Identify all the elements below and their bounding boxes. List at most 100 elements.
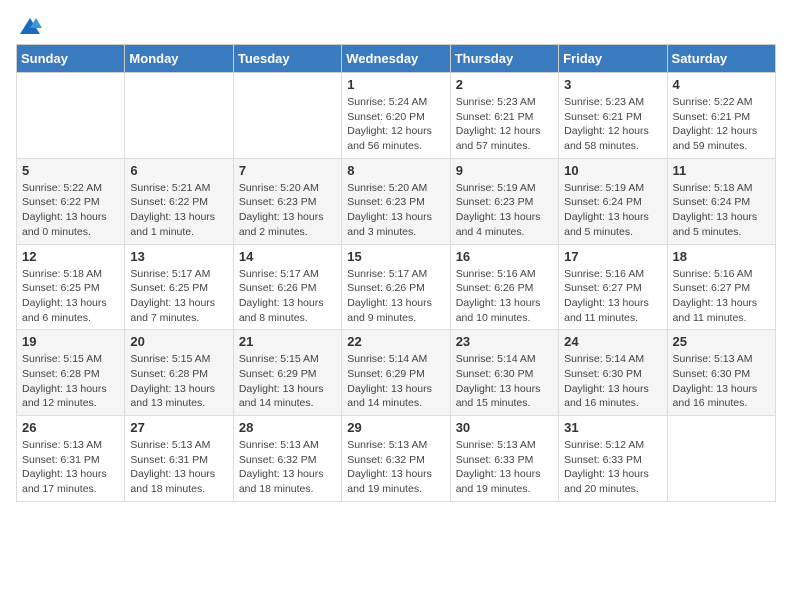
calendar-cell: 28 Sunrise: 5:13 AM Sunset: 6:32 PM Dayli…: [233, 416, 341, 502]
day-number: 29: [347, 420, 444, 435]
calendar-cell: [125, 73, 233, 159]
day-number: 6: [130, 163, 227, 178]
calendar-cell: 18 Sunrise: 5:16 AM Sunset: 6:27 PM Dayli…: [667, 244, 775, 330]
calendar-header-wednesday: Wednesday: [342, 45, 450, 73]
day-number: 22: [347, 334, 444, 349]
calendar-cell: [17, 73, 125, 159]
calendar-header-tuesday: Tuesday: [233, 45, 341, 73]
day-number: 23: [456, 334, 553, 349]
calendar-cell: 4 Sunrise: 5:22 AM Sunset: 6:21 PM Daylig…: [667, 73, 775, 159]
day-info: Sunrise: 5:17 AM Sunset: 6:25 PM Dayligh…: [130, 267, 227, 326]
day-number: 19: [22, 334, 119, 349]
day-info: Sunrise: 5:16 AM Sunset: 6:27 PM Dayligh…: [673, 267, 770, 326]
calendar-cell: [233, 73, 341, 159]
calendar-header-monday: Monday: [125, 45, 233, 73]
day-number: 20: [130, 334, 227, 349]
day-info: Sunrise: 5:19 AM Sunset: 6:23 PM Dayligh…: [456, 181, 553, 240]
day-info: Sunrise: 5:24 AM Sunset: 6:20 PM Dayligh…: [347, 95, 444, 154]
day-info: Sunrise: 5:13 AM Sunset: 6:33 PM Dayligh…: [456, 438, 553, 497]
calendar-cell: 31 Sunrise: 5:12 AM Sunset: 6:33 PM Dayli…: [559, 416, 667, 502]
calendar-cell: 6 Sunrise: 5:21 AM Sunset: 6:22 PM Daylig…: [125, 158, 233, 244]
calendar-cell: 3Sunrise: 5:23 AM Sunset: 6:21 PM Daylig…: [559, 73, 667, 159]
day-number: 9: [456, 163, 553, 178]
day-info: Sunrise: 5:20 AM Sunset: 6:23 PM Dayligh…: [239, 181, 336, 240]
calendar-week-1: 1 Sunrise: 5:24 AM Sunset: 6:20 PM Daylig…: [17, 73, 776, 159]
calendar-cell: 27Sunrise: 5:13 AM Sunset: 6:31 PM Dayli…: [125, 416, 233, 502]
calendar-header-sunday: Sunday: [17, 45, 125, 73]
day-number: 21: [239, 334, 336, 349]
day-info: Sunrise: 5:20 AM Sunset: 6:23 PM Dayligh…: [347, 181, 444, 240]
day-number: 7: [239, 163, 336, 178]
calendar-cell: 7 Sunrise: 5:20 AM Sunset: 6:23 PM Daylig…: [233, 158, 341, 244]
calendar-week-5: 26 Sunrise: 5:13 AM Sunset: 6:31 PM Dayli…: [17, 416, 776, 502]
day-info: Sunrise: 5:13 AM Sunset: 6:31 PM Dayligh…: [22, 438, 119, 497]
day-info: Sunrise: 5:13 AM Sunset: 6:32 PM Dayligh…: [347, 438, 444, 497]
day-info: Sunrise: 5:23 AM Sunset: 6:21 PM Dayligh…: [456, 95, 553, 154]
day-info: Sunrise: 5:14 AM Sunset: 6:30 PM Dayligh…: [456, 352, 553, 411]
day-number: 27: [130, 420, 227, 435]
day-number: 14: [239, 249, 336, 264]
day-info: Sunrise: 5:14 AM Sunset: 6:29 PM Dayligh…: [347, 352, 444, 411]
day-info: Sunrise: 5:19 AM Sunset: 6:24 PM Dayligh…: [564, 181, 661, 240]
calendar-header-saturday: Saturday: [667, 45, 775, 73]
day-number: 2: [456, 77, 553, 92]
calendar-cell: 10 Sunrise: 5:19 AM Sunset: 6:24 PM Dayli…: [559, 158, 667, 244]
logo: [16, 16, 42, 36]
calendar-header-friday: Friday: [559, 45, 667, 73]
calendar-cell: 15Sunrise: 5:17 AM Sunset: 6:26 PM Dayli…: [342, 244, 450, 330]
calendar-cell: 2 Sunrise: 5:23 AM Sunset: 6:21 PM Daylig…: [450, 73, 558, 159]
day-info: Sunrise: 5:22 AM Sunset: 6:22 PM Dayligh…: [22, 181, 119, 240]
day-info: Sunrise: 5:16 AM Sunset: 6:26 PM Dayligh…: [456, 267, 553, 326]
calendar-cell: 8Sunrise: 5:20 AM Sunset: 6:23 PM Daylig…: [342, 158, 450, 244]
day-number: 26: [22, 420, 119, 435]
calendar-table: SundayMondayTuesdayWednesdayThursdayFrid…: [16, 44, 776, 502]
day-number: 10: [564, 163, 661, 178]
calendar-cell: 19 Sunrise: 5:15 AM Sunset: 6:28 PM Dayli…: [17, 330, 125, 416]
day-number: 1: [347, 77, 444, 92]
calendar-week-4: 19 Sunrise: 5:15 AM Sunset: 6:28 PM Dayli…: [17, 330, 776, 416]
day-info: Sunrise: 5:13 AM Sunset: 6:32 PM Dayligh…: [239, 438, 336, 497]
day-number: 24: [564, 334, 661, 349]
day-info: Sunrise: 5:18 AM Sunset: 6:25 PM Dayligh…: [22, 267, 119, 326]
day-info: Sunrise: 5:18 AM Sunset: 6:24 PM Dayligh…: [673, 181, 770, 240]
calendar-cell: 20 Sunrise: 5:15 AM Sunset: 6:28 PM Dayli…: [125, 330, 233, 416]
calendar-cell: 5 Sunrise: 5:22 AM Sunset: 6:22 PM Daylig…: [17, 158, 125, 244]
day-info: Sunrise: 5:15 AM Sunset: 6:28 PM Dayligh…: [22, 352, 119, 411]
day-number: 15: [347, 249, 444, 264]
day-info: Sunrise: 5:12 AM Sunset: 6:33 PM Dayligh…: [564, 438, 661, 497]
calendar-cell: 22 Sunrise: 5:14 AM Sunset: 6:29 PM Dayli…: [342, 330, 450, 416]
day-number: 18: [673, 249, 770, 264]
day-number: 4: [673, 77, 770, 92]
calendar-cell: 14Sunrise: 5:17 AM Sunset: 6:26 PM Dayli…: [233, 244, 341, 330]
day-number: 28: [239, 420, 336, 435]
day-number: 5: [22, 163, 119, 178]
calendar-cell: 24Sunrise: 5:14 AM Sunset: 6:30 PM Dayli…: [559, 330, 667, 416]
calendar-header-row: SundayMondayTuesdayWednesdayThursdayFrid…: [17, 45, 776, 73]
day-info: Sunrise: 5:13 AM Sunset: 6:30 PM Dayligh…: [673, 352, 770, 411]
day-number: 31: [564, 420, 661, 435]
calendar-cell: 29 Sunrise: 5:13 AM Sunset: 6:32 PM Dayli…: [342, 416, 450, 502]
calendar-body: 1 Sunrise: 5:24 AM Sunset: 6:20 PM Daylig…: [17, 73, 776, 502]
calendar-header-thursday: Thursday: [450, 45, 558, 73]
calendar-cell: 17Sunrise: 5:16 AM Sunset: 6:27 PM Dayli…: [559, 244, 667, 330]
day-info: Sunrise: 5:15 AM Sunset: 6:28 PM Dayligh…: [130, 352, 227, 411]
day-info: Sunrise: 5:22 AM Sunset: 6:21 PM Dayligh…: [673, 95, 770, 154]
calendar-cell: 1 Sunrise: 5:24 AM Sunset: 6:20 PM Daylig…: [342, 73, 450, 159]
day-number: 16: [456, 249, 553, 264]
day-info: Sunrise: 5:21 AM Sunset: 6:22 PM Dayligh…: [130, 181, 227, 240]
calendar-cell: 30 Sunrise: 5:13 AM Sunset: 6:33 PM Dayli…: [450, 416, 558, 502]
calendar-cell: 9 Sunrise: 5:19 AM Sunset: 6:23 PM Daylig…: [450, 158, 558, 244]
logo-icon: [18, 16, 42, 36]
day-number: 12: [22, 249, 119, 264]
calendar-cell: 16 Sunrise: 5:16 AM Sunset: 6:26 PM Dayli…: [450, 244, 558, 330]
calendar-cell: 21Sunrise: 5:15 AM Sunset: 6:29 PM Dayli…: [233, 330, 341, 416]
calendar-cell: [667, 416, 775, 502]
day-number: 30: [456, 420, 553, 435]
day-number: 13: [130, 249, 227, 264]
calendar-cell: 26 Sunrise: 5:13 AM Sunset: 6:31 PM Dayli…: [17, 416, 125, 502]
day-number: 17: [564, 249, 661, 264]
calendar-cell: 11Sunrise: 5:18 AM Sunset: 6:24 PM Dayli…: [667, 158, 775, 244]
day-number: 3: [564, 77, 661, 92]
calendar-cell: 25Sunrise: 5:13 AM Sunset: 6:30 PM Dayli…: [667, 330, 775, 416]
calendar-cell: 12 Sunrise: 5:18 AM Sunset: 6:25 PM Dayli…: [17, 244, 125, 330]
